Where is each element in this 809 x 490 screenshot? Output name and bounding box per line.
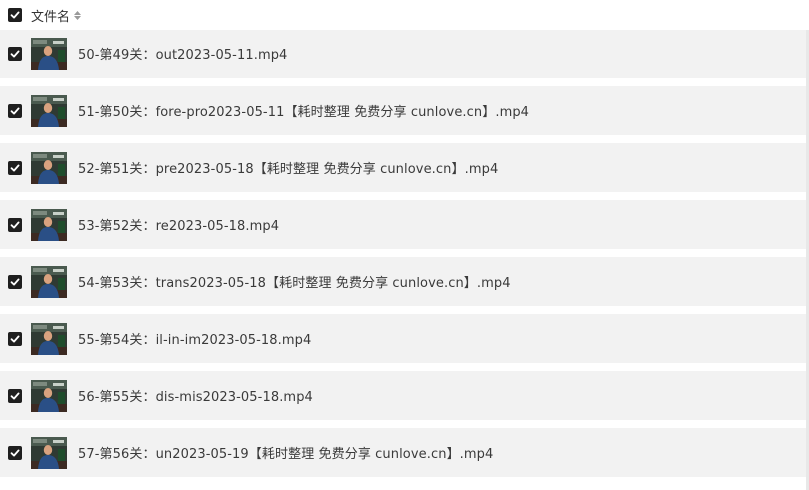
file-list: 49-第48关：e-ex2023-05-11【耗时整理 免费分享 cunlove… xyxy=(0,0,809,490)
check-icon xyxy=(10,50,20,57)
row-checkbox[interactable] xyxy=(8,46,22,61)
video-thumbnail[interactable] xyxy=(31,94,67,127)
file-name[interactable]: 55-第54关：il-in-im2023-05-18.mp4 xyxy=(78,329,311,348)
video-thumbnail[interactable] xyxy=(31,265,67,298)
row-checkbox[interactable] xyxy=(8,217,22,232)
check-icon xyxy=(10,335,20,342)
row-checkbox[interactable] xyxy=(8,388,22,403)
check-icon xyxy=(10,221,20,228)
file-row[interactable]: 56-第55关：dis-mis2023-05-18.mp4 xyxy=(0,371,806,420)
row-checkbox[interactable] xyxy=(8,103,22,118)
file-row[interactable]: 50-第49关：out2023-05-11.mp4 xyxy=(0,29,806,78)
filename-column-header[interactable]: 文件名 xyxy=(31,6,70,25)
check-icon xyxy=(10,11,20,19)
file-rows: 49-第48关：e-ex2023-05-11【耗时整理 免费分享 cunlove… xyxy=(0,0,806,485)
file-row[interactable]: 52-第51关：pre2023-05-18【耗时整理 免费分享 cunlove.… xyxy=(0,143,806,192)
file-name[interactable]: 56-第55关：dis-mis2023-05-18.mp4 xyxy=(78,386,313,405)
file-name[interactable]: 52-第51关：pre2023-05-18【耗时整理 免费分享 cunlove.… xyxy=(78,158,498,177)
sort-up-icon xyxy=(74,10,82,15)
video-thumbnail[interactable] xyxy=(31,151,67,184)
video-thumbnail[interactable] xyxy=(31,379,67,412)
row-checkbox[interactable] xyxy=(8,274,22,289)
file-row[interactable]: 53-第52关：re2023-05-18.mp4 xyxy=(0,200,806,249)
select-all-checkbox[interactable] xyxy=(8,8,22,22)
row-checkbox[interactable] xyxy=(8,331,22,346)
file-row[interactable]: 55-第54关：il-in-im2023-05-18.mp4 xyxy=(0,314,806,363)
file-name[interactable]: 54-第53关：trans2023-05-18【耗时整理 免费分享 cunlov… xyxy=(78,272,511,291)
check-icon xyxy=(10,278,20,285)
video-thumbnail[interactable] xyxy=(31,436,67,469)
row-checkbox[interactable] xyxy=(8,445,22,460)
list-header: 文件名 xyxy=(0,0,809,30)
sort-down-icon xyxy=(74,15,82,20)
file-name[interactable]: 51-第50关：fore-pro2023-05-11【耗时整理 免费分享 cun… xyxy=(78,101,529,120)
video-thumbnail[interactable] xyxy=(31,208,67,241)
sort-icon[interactable] xyxy=(74,10,82,20)
video-thumbnail[interactable] xyxy=(31,37,67,70)
file-row[interactable]: 51-第50关：fore-pro2023-05-11【耗时整理 免费分享 cun… xyxy=(0,86,806,135)
file-row[interactable]: 54-第53关：trans2023-05-18【耗时整理 免费分享 cunlov… xyxy=(0,257,806,306)
row-checkbox[interactable] xyxy=(8,160,22,175)
file-row[interactable]: 57-第56关：un2023-05-19【耗时整理 免费分享 cunlove.c… xyxy=(0,428,806,477)
file-name[interactable]: 50-第49关：out2023-05-11.mp4 xyxy=(78,44,287,63)
video-thumbnail[interactable] xyxy=(31,322,67,355)
check-icon xyxy=(10,449,20,456)
check-icon xyxy=(10,164,20,171)
check-icon xyxy=(10,107,20,114)
file-name[interactable]: 57-第56关：un2023-05-19【耗时整理 免费分享 cunlove.c… xyxy=(78,443,493,462)
check-icon xyxy=(10,392,20,399)
file-name[interactable]: 53-第52关：re2023-05-18.mp4 xyxy=(78,215,279,234)
